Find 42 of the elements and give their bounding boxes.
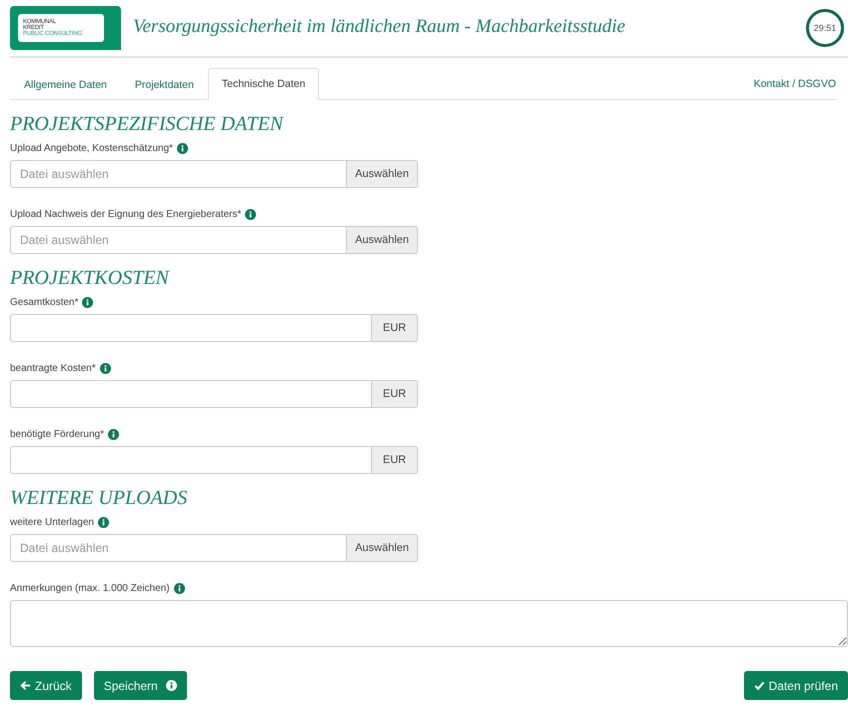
- currency-addon: EUR: [372, 314, 418, 342]
- choose-button[interactable]: Auswählen: [347, 226, 418, 254]
- info-icon[interactable]: [174, 582, 185, 594]
- session-timer: 29:51: [806, 9, 844, 47]
- checkmark-icon: [754, 680, 765, 691]
- info-icon[interactable]: [82, 296, 94, 308]
- field-label: weitere Unterlagen: [10, 516, 94, 528]
- choose-button[interactable]: Auswählen: [347, 534, 418, 562]
- info-icon[interactable]: [176, 142, 188, 154]
- file-field[interactable]: Datei auswählen: [10, 534, 347, 562]
- section-heading: PROJEKTSPEZIFISCHE DATEN: [10, 112, 285, 136]
- field-label: benötigte Förderung*: [10, 428, 104, 440]
- arrow-left-icon: [20, 680, 31, 691]
- currency-addon: EUR: [372, 446, 418, 474]
- file-field[interactable]: Datei auswählen: [10, 226, 347, 254]
- field-label: beantragte Kosten*: [10, 362, 96, 374]
- field-label: Anmerkungen (max. 1.000 Zeichen): [10, 582, 170, 594]
- comments-field[interactable]: [10, 600, 848, 647]
- field-label: Upload Angebote, Kostenschätzung*: [10, 142, 173, 154]
- contact-link[interactable]: Kontakt / DSGVO: [754, 69, 836, 99]
- page-title: Versorgungssicherheit im ländlichen Raum - Machbarkeitsstudie: [133, 16, 626, 38]
- info-icon[interactable]: [100, 362, 111, 374]
- info-icon[interactable]: [245, 208, 256, 220]
- info-icon: [166, 680, 177, 691]
- amount-field[interactable]: [10, 380, 372, 408]
- amount-field[interactable]: [10, 446, 372, 474]
- section-heading: PROJEKTKOSTEN: [10, 266, 171, 290]
- file-field[interactable]: Datei auswählen: [10, 160, 347, 188]
- save-button[interactable]: Speichern: [94, 671, 187, 700]
- section-heading: WEITERE UPLOADS: [10, 486, 188, 510]
- amount-field[interactable]: [10, 314, 372, 342]
- info-icon[interactable]: [98, 516, 109, 528]
- field-label: Upload Nachweis der Eignung des Energieberaters*: [10, 208, 242, 220]
- currency-addon: EUR: [372, 380, 418, 408]
- tab[interactable]: Projektdaten: [120, 69, 208, 100]
- check-data-button[interactable]: Daten prüfen: [744, 671, 848, 700]
- back-button[interactable]: Zurück: [10, 671, 82, 700]
- tab[interactable]: Technische Daten: [208, 68, 320, 100]
- info-icon[interactable]: [108, 428, 119, 440]
- field-label: Gesamtkosten*: [10, 296, 78, 308]
- tab[interactable]: Allgemeine Daten: [10, 69, 121, 100]
- choose-button[interactable]: Auswählen: [347, 160, 418, 188]
